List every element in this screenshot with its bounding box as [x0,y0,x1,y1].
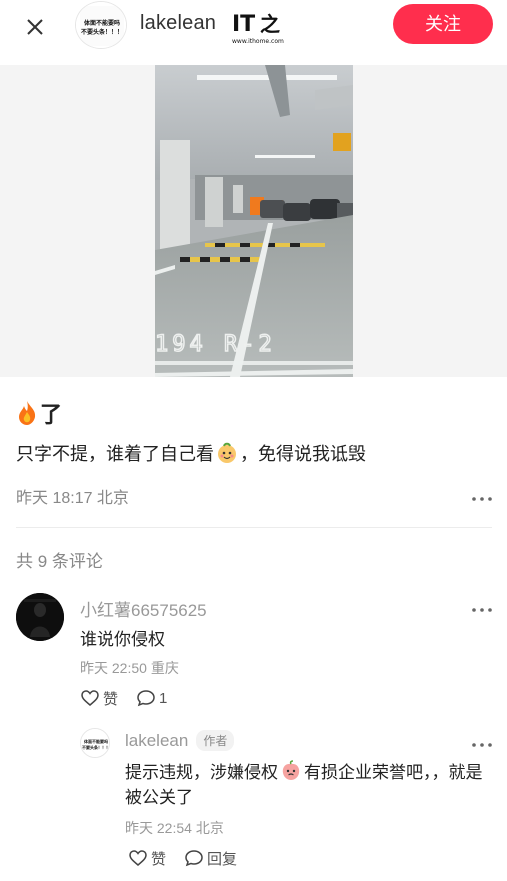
post-title: 了 [16,398,62,428]
comment-bubble-icon [137,690,155,707]
more-icon [472,497,492,501]
svg-text:体面不能要吗: 体面不能要吗 [84,738,108,744]
commenter-name[interactable]: 小红薯66575625 [80,596,207,621]
post-body-text-1: 只字不提，谁着了自己看 [16,444,214,464]
sticker-face-emoji [218,442,236,463]
reply-count: 1 [159,689,168,707]
reply-like-button[interactable]: 赞 [128,848,166,869]
peach-face-emoji [282,760,300,780]
comment-text: 谁说你侵权 [80,630,165,649]
reply-text-1: 提示违规，涉嫌侵权 [125,763,278,782]
author-avatar[interactable]: 体面不能要吗 不要头条！！！ [75,1,127,49]
reply-author-avatar[interactable]: 体面不能要吗 不要头条！！！ [80,728,110,758]
svg-text:不要头条！！！: 不要头条！！！ [82,744,110,750]
like-label: 赞 [151,850,167,868]
follow-button[interactable]: 关注 [393,4,493,44]
ithome-logo: IT 之 www.ithome.com [232,7,292,47]
close-button[interactable] [22,14,48,40]
reply-label: 回复 [207,850,238,868]
reply-text: 提示违规，涉嫌侵权 有损企业荣誉吧，，就是被公关了 [125,760,485,810]
post-body-text-2: ，免得说我诋毁 [240,444,366,464]
comment-like-button[interactable]: 赞 [80,688,118,709]
author-badge: 作者 [196,730,235,751]
svg-text:不要头条！！！: 不要头条！！！ [81,28,123,36]
post-more-button[interactable] [471,491,493,501]
commenter-avatar[interactable] [16,593,64,641]
divider [16,527,492,528]
reply-author: lakelean 作者 [125,730,235,751]
more-icon [472,608,492,612]
svg-text:www.ithome.com: www.ithome.com [232,38,284,45]
close-icon [27,19,43,35]
reply-more-button[interactable] [471,737,493,747]
like-label: 赞 [103,690,119,708]
post-title-text: 了 [40,402,63,427]
top-bar: 体面不能要吗 不要头条！！！ lakelean IT 之 www.ithome.… [0,0,507,52]
heart-icon [129,850,147,866]
author-name[interactable]: lakelean [140,12,216,35]
comment-reply-button[interactable]: 1 [136,689,167,707]
svg-text:之: 之 [260,12,280,36]
reply-actions: 赞 回复 [128,848,255,868]
image-overlay-text: 194 R-2 [155,332,276,357]
post-body: 只字不提，谁着了自己看 ，免得说我诋毁 [16,440,366,466]
comment-timestamp: 昨天 22:50 重庆 [80,660,179,676]
svg-text:IT: IT [232,12,255,37]
parking-garage-video-frame[interactable]: 194 R-2 [155,65,353,377]
reply-reply-button[interactable]: 回复 [184,848,237,869]
fire-icon [19,401,36,425]
svg-text:体面不能要吗: 体面不能要吗 [84,19,120,27]
comment-actions: 赞 1 [80,688,185,708]
comment-bubble-icon [185,850,203,867]
more-icon [472,743,492,747]
comment-count: 共 9 条评论 [16,552,103,571]
post-timestamp: 昨天 18:17 北京 [16,490,129,507]
heart-icon [81,690,99,706]
reply-author-name[interactable]: lakelean [125,731,188,751]
comment-more-button[interactable] [471,602,493,612]
post-media: 194 R-2 [0,65,507,377]
reply-timestamp: 昨天 22:54 北京 [125,820,224,836]
